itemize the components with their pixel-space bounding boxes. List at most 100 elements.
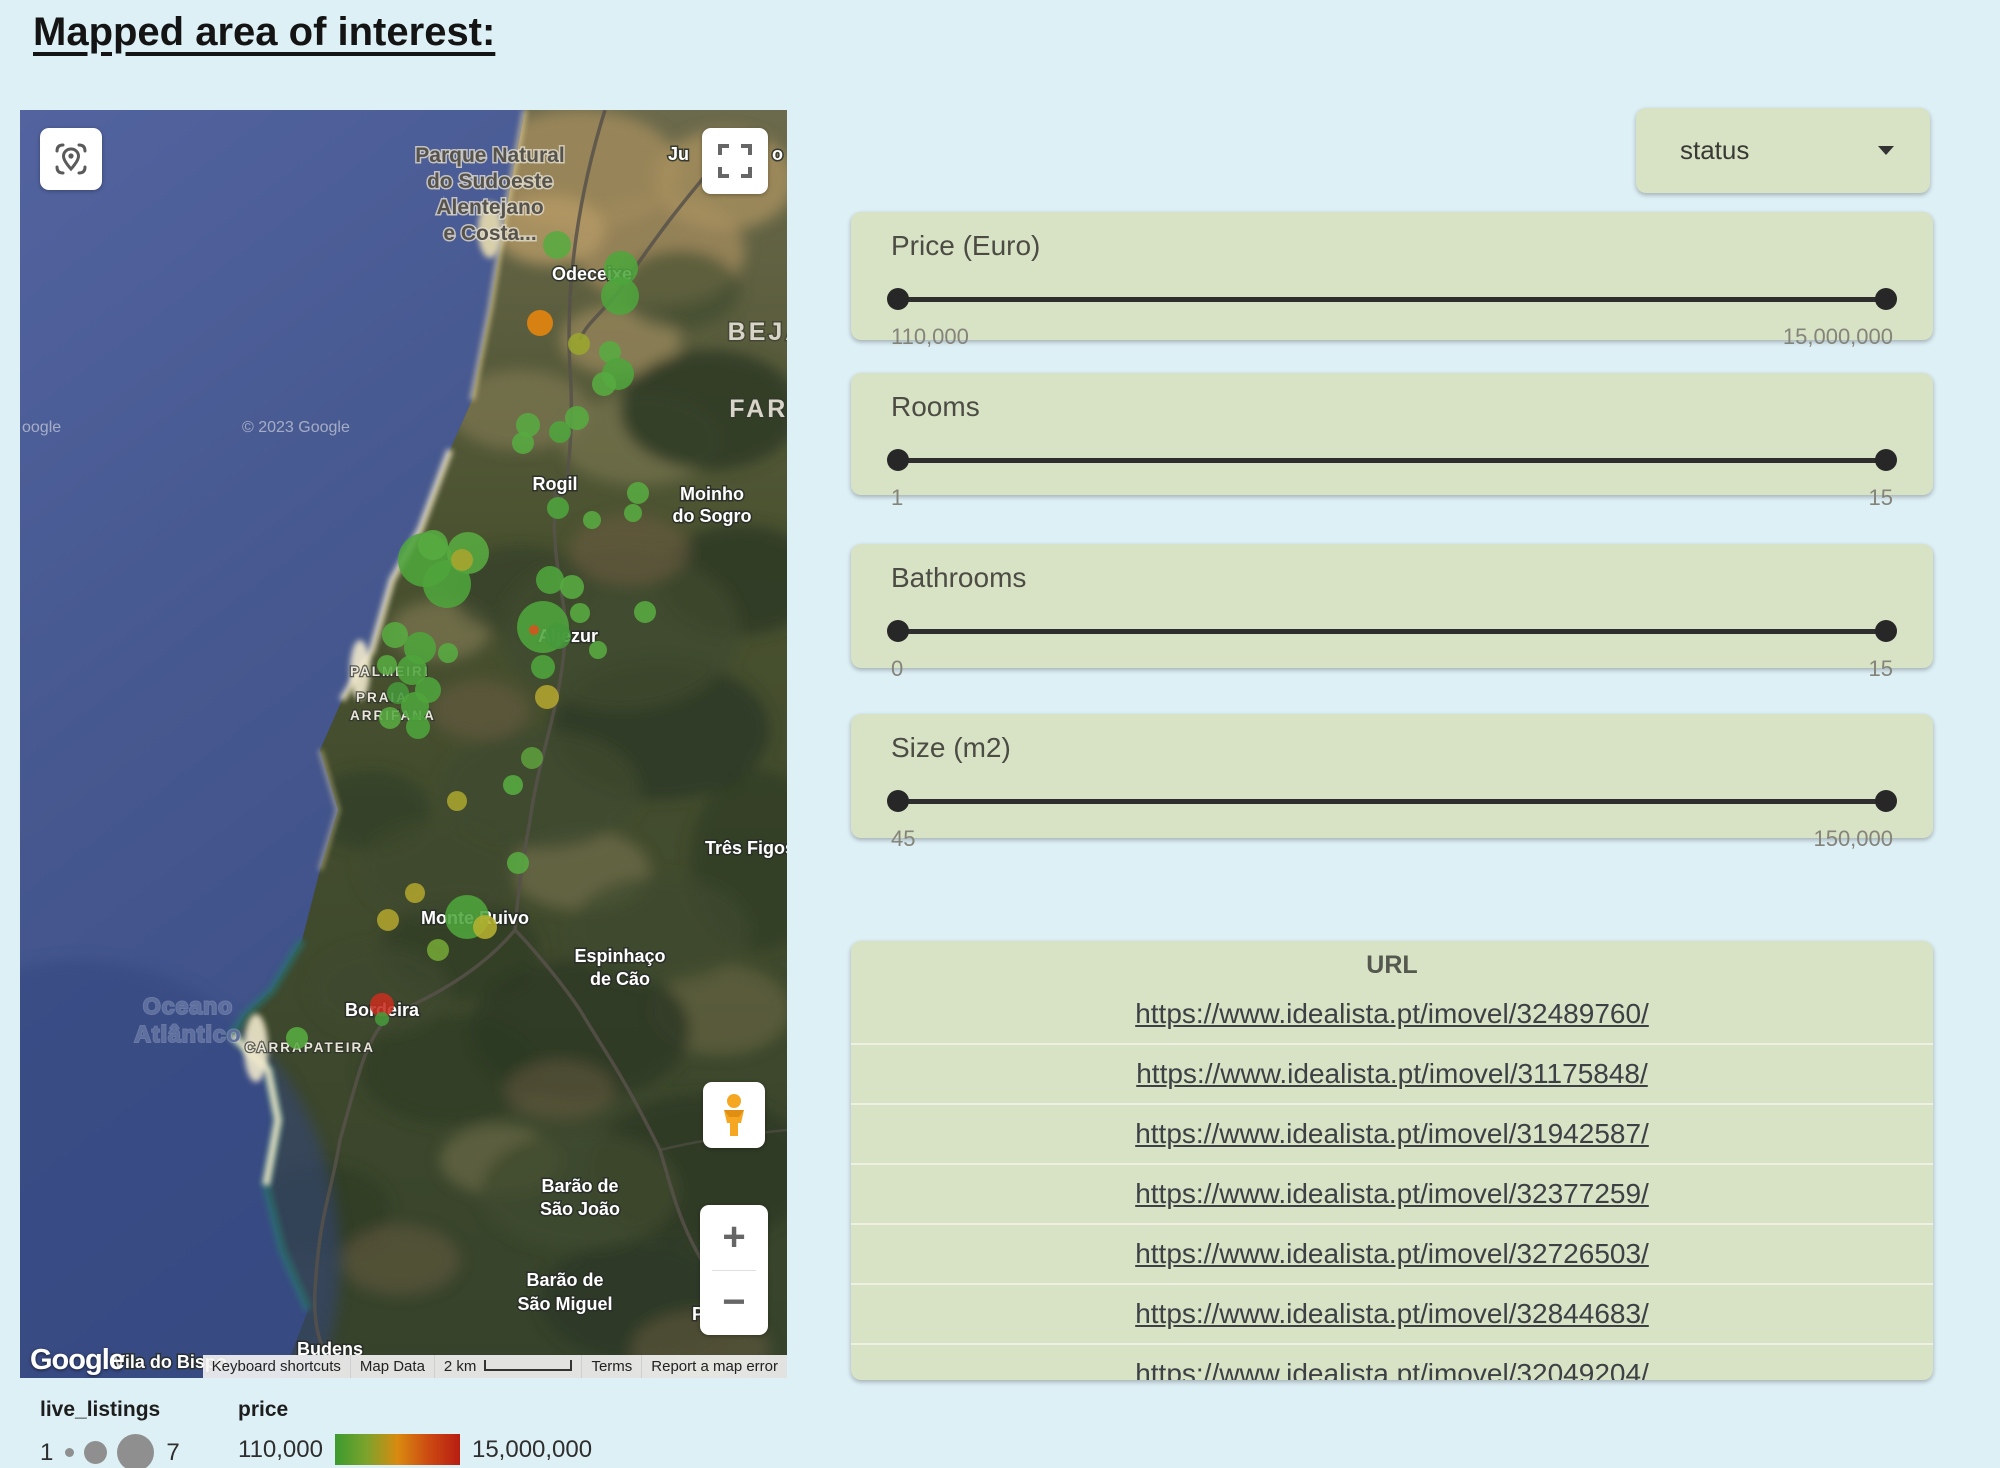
price-gradient-bar — [335, 1434, 460, 1465]
price-filter-card: Price (Euro) 110,000 15,000,000 — [851, 212, 1933, 340]
listing-dot[interactable] — [589, 641, 607, 659]
listing-dot[interactable] — [634, 601, 656, 623]
listing-dot[interactable] — [536, 566, 564, 594]
zoom-out-button[interactable]: − — [700, 1271, 768, 1336]
listing-dot[interactable] — [473, 915, 497, 939]
listing-dot[interactable] — [545, 623, 571, 649]
attribution-item: Map Data — [350, 1355, 434, 1378]
listing-dot[interactable] — [377, 655, 397, 675]
map[interactable]: Parque Naturaldo SudoesteAlentejanoe Cos… — [20, 110, 787, 1378]
legend-size-circles — [65, 1434, 154, 1468]
legend-size-circle — [65, 1448, 74, 1457]
slider-min-value: 1 — [891, 485, 903, 511]
attribution-item[interactable]: Terms — [581, 1355, 641, 1378]
slider-handle-min[interactable] — [887, 620, 909, 642]
listing-dot[interactable] — [568, 333, 590, 355]
listing-dot[interactable] — [543, 231, 571, 259]
map-label: oogle — [22, 419, 61, 436]
listing-dot[interactable] — [560, 575, 584, 599]
locate-button[interactable] — [40, 128, 102, 190]
listing-dot[interactable] — [583, 511, 601, 529]
listing-dot[interactable] — [377, 909, 399, 931]
listing-dot[interactable] — [512, 432, 534, 454]
size-range-slider[interactable] — [891, 790, 1893, 812]
url-link[interactable]: https://www.idealista.pt/imovel/32489760… — [1135, 998, 1649, 1029]
slider-handle-max[interactable] — [1875, 449, 1897, 471]
listing-dot[interactable] — [547, 497, 569, 519]
listing-dot[interactable] — [379, 707, 401, 729]
url-link[interactable]: https://www.idealista.pt/imovel/32844683… — [1135, 1298, 1649, 1329]
map-label: do Sogro — [673, 506, 752, 526]
rooms-range-slider[interactable] — [891, 449, 1893, 471]
map-label: Três Figos — [705, 838, 787, 858]
zoom-control: + − — [700, 1205, 768, 1335]
listing-dot[interactable] — [507, 852, 529, 874]
status-dropdown[interactable]: status — [1636, 108, 1930, 193]
listing-dot[interactable] — [451, 549, 473, 571]
listing-dot[interactable] — [286, 1027, 308, 1049]
bathrooms-filter-card: Bathrooms 0 15 — [851, 544, 1933, 668]
slider-track — [891, 799, 1893, 804]
listing-dot[interactable] — [592, 372, 616, 396]
attribution-item[interactable]: Keyboard shortcuts — [203, 1355, 350, 1378]
listing-dot[interactable] — [531, 655, 555, 679]
listing-dot[interactable] — [447, 791, 467, 811]
listing-dot[interactable] — [601, 277, 639, 315]
listing-dot[interactable] — [527, 310, 553, 336]
size-slider-label: Size (m2) — [891, 732, 1893, 764]
fullscreen-button[interactable] — [702, 128, 768, 194]
slider-handle-max[interactable] — [1875, 620, 1897, 642]
listing-dot[interactable] — [418, 530, 448, 560]
price-range-slider[interactable] — [891, 288, 1893, 310]
legend-size-circle — [117, 1434, 154, 1468]
listing-dot[interactable] — [427, 939, 449, 961]
slider-handle-min[interactable] — [887, 790, 909, 812]
url-link[interactable]: https://www.idealista.pt/imovel/32049204… — [1135, 1358, 1649, 1380]
zoom-in-button[interactable]: + — [700, 1205, 768, 1270]
legend-live-listings: live_listings 1 7 — [40, 1398, 180, 1468]
map-label: Rogil — [533, 474, 578, 494]
bathrooms-range-slider[interactable] — [891, 620, 1893, 642]
url-table-header: URL — [851, 941, 1933, 985]
size-filter-card: Size (m2) 45 150,000 — [851, 714, 1933, 838]
slider-min-value: 0 — [891, 656, 903, 682]
map-label: São João — [540, 1199, 620, 1219]
listing-dot[interactable] — [521, 747, 543, 769]
attribution-item[interactable]: 2 km — [434, 1355, 582, 1378]
listing-dot[interactable] — [375, 1012, 389, 1026]
chevron-down-icon — [1878, 146, 1894, 155]
google-logo: Google — [30, 1344, 124, 1377]
listing-dot[interactable] — [570, 603, 590, 623]
listing-dot[interactable] — [382, 622, 408, 648]
listing-dot[interactable] — [624, 504, 642, 522]
listing-dot[interactable] — [438, 643, 458, 663]
slider-handle-max[interactable] — [1875, 288, 1897, 310]
listing-dot[interactable] — [549, 421, 571, 443]
url-link[interactable]: https://www.idealista.pt/imovel/32726503… — [1135, 1238, 1649, 1269]
slider-handle-min[interactable] — [887, 288, 909, 310]
map-label: Barão de — [526, 1270, 603, 1290]
listing-dot[interactable] — [529, 625, 539, 635]
listing-dot[interactable] — [627, 482, 649, 504]
listing-dot[interactable] — [503, 775, 523, 795]
pegman-button[interactable] — [703, 1082, 765, 1148]
slider-track — [891, 629, 1893, 634]
url-link[interactable]: https://www.idealista.pt/imovel/32377259… — [1135, 1178, 1649, 1209]
fullscreen-icon — [718, 144, 752, 178]
status-dropdown-label: status — [1680, 135, 1749, 166]
legend-size-min: 1 — [40, 1439, 53, 1467]
listing-dot[interactable] — [406, 715, 430, 739]
slider-handle-max[interactable] — [1875, 790, 1897, 812]
legend-size-label: live_listings — [40, 1398, 180, 1422]
pegman-icon — [717, 1093, 751, 1137]
map-label: de Cão — [590, 969, 650, 989]
listing-dot[interactable] — [405, 883, 425, 903]
slider-handle-min[interactable] — [887, 449, 909, 471]
map-canvas: Parque Naturaldo SudoesteAlentejanoe Cos… — [20, 110, 787, 1378]
price-slider-label: Price (Euro) — [891, 230, 1893, 262]
listing-dot[interactable] — [535, 685, 559, 709]
url-link[interactable]: https://www.idealista.pt/imovel/31942587… — [1135, 1118, 1649, 1149]
legend-color-min: 110,000 — [238, 1436, 323, 1464]
url-link[interactable]: https://www.idealista.pt/imovel/31175848… — [1136, 1058, 1648, 1089]
attribution-item[interactable]: Report a map error — [641, 1355, 787, 1378]
